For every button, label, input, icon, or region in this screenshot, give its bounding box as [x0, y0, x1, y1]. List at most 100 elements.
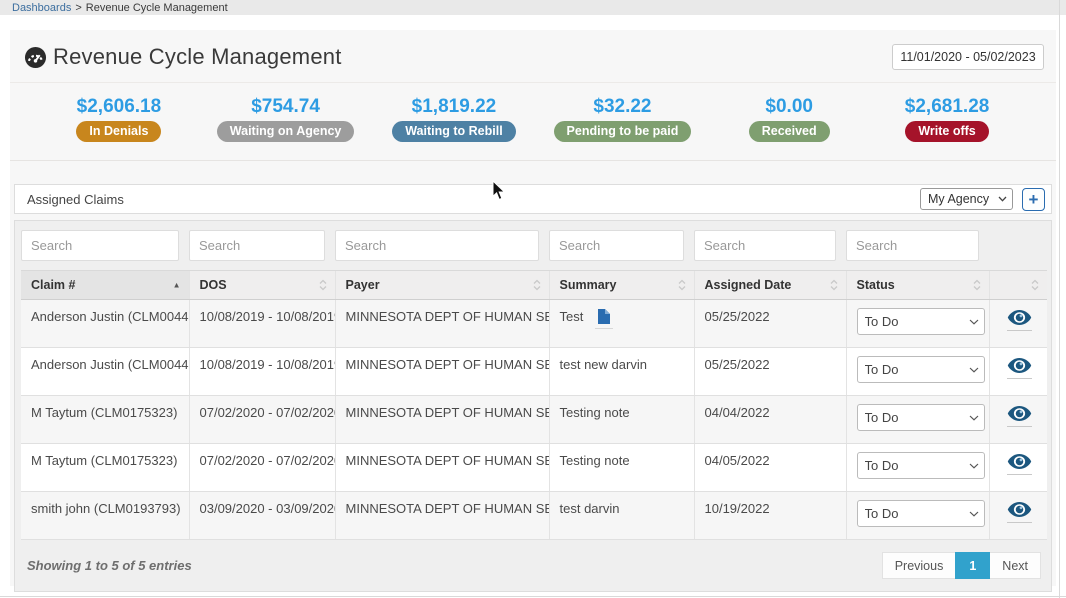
stat-badge: Waiting to Rebill [392, 121, 515, 142]
assigned-date-cell: 05/25/2022 [694, 300, 846, 348]
search-assigned-date-input[interactable] [694, 230, 836, 261]
column-header-summary[interactable]: Summary [549, 271, 694, 300]
assigned-date-cell: 10/19/2022 [694, 492, 846, 540]
add-claim-button[interactable]: + [1022, 188, 1045, 211]
claim-cell: Anderson Justin (CLM0044118) [21, 300, 189, 348]
stat-waiting-on-agency: $754.74 Waiting on Agency [217, 96, 355, 142]
pagination-next-button[interactable]: Next [990, 552, 1041, 579]
page-header: Revenue Cycle Management [10, 30, 1056, 83]
stat-pending-to-be-paid: $32.22 Pending to be paid [554, 96, 692, 142]
view-claim-eye-icon[interactable] [1007, 406, 1032, 427]
sort-icon [678, 280, 686, 291]
page-title: Revenue Cycle Management [53, 44, 342, 70]
search-summary-input[interactable] [549, 230, 684, 261]
column-header-status[interactable]: Status [846, 271, 989, 300]
summary-cell: test new darvin [549, 348, 694, 396]
assigned-date-cell: 04/04/2022 [694, 396, 846, 444]
summary-cell: Testing note [549, 444, 694, 492]
stat-received: $0.00 Received [729, 96, 849, 142]
sort-icon [830, 280, 838, 291]
dos-cell: 07/02/2020 - 07/02/2020 [189, 396, 335, 444]
claim-cell: M Taytum (CLM0175323) [21, 444, 189, 492]
claims-table: Claim # ▲ DOS Payer [21, 230, 1047, 540]
payer-cell: MINNESOTA DEPT OF HUMAN SERVICES [335, 444, 549, 492]
status-select[interactable]: To Do [857, 452, 985, 479]
payer-cell: MINNESOTA DEPT OF HUMAN SERVICES [335, 348, 549, 396]
assigned-claims-title: Assigned Claims [27, 192, 124, 207]
table-row: smith john (CLM0193793) 03/09/2020 - 03/… [21, 492, 1047, 540]
claim-cell: M Taytum (CLM0175323) [21, 396, 189, 444]
status-select[interactable]: To Do [857, 356, 985, 383]
stat-badge: Waiting on Agency [217, 121, 355, 142]
dashboard-page: Revenue Cycle Management $2,606.18 In De… [10, 30, 1056, 586]
view-claim-eye-icon[interactable] [1007, 310, 1032, 331]
status-select[interactable]: To Do [857, 308, 985, 335]
stat-amount: $2,606.18 [59, 96, 179, 118]
window-edge [1059, 0, 1060, 598]
pagination-previous-button[interactable]: Previous [882, 552, 956, 579]
column-header-actions[interactable] [989, 271, 1047, 300]
assigned-date-cell: 04/05/2022 [694, 444, 846, 492]
stat-badge: Received [749, 121, 830, 142]
column-header-dos[interactable]: DOS [189, 271, 335, 300]
sort-icon [319, 280, 327, 291]
claims-table-panel: Claim # ▲ DOS Payer [14, 220, 1052, 592]
agency-select[interactable]: My Agency [920, 188, 1013, 210]
summary-cell: Testing note [549, 396, 694, 444]
stat-amount: $0.00 [729, 96, 849, 118]
stat-amount: $2,681.28 [887, 96, 1007, 118]
status-select[interactable]: To Do [857, 500, 985, 527]
pagination: Previous 1 Next [882, 552, 1041, 579]
date-range-input[interactable] [892, 44, 1044, 70]
view-claim-eye-icon[interactable] [1007, 454, 1032, 475]
search-status-input[interactable] [846, 230, 979, 261]
stat-badge: Write offs [905, 121, 988, 142]
assigned-claims-bar: Assigned Claims My Agency + [14, 184, 1052, 214]
pagination-page-1-button[interactable]: 1 [955, 552, 990, 579]
status-select[interactable]: To Do [857, 404, 985, 431]
stat-in-denials: $2,606.18 In Denials [59, 96, 179, 142]
payer-cell: MINNESOTA DEPT OF HUMAN SERVICES [335, 492, 549, 540]
breadcrumb: Dashboards > Revenue Cycle Management [0, 0, 1066, 15]
breadcrumb-separator: > [75, 2, 81, 14]
sort-icon [973, 280, 981, 291]
stat-badge: In Denials [76, 121, 161, 142]
search-payer-input[interactable] [335, 230, 539, 261]
table-footer: Showing 1 to 5 of 5 entries Previous 1 N… [21, 540, 1045, 583]
table-header-row: Claim # ▲ DOS Payer [21, 271, 1047, 300]
dos-cell: 10/08/2019 - 10/08/2019 [189, 348, 335, 396]
stat-badge: Pending to be paid [554, 121, 692, 142]
column-header-claim[interactable]: Claim # ▲ [21, 271, 189, 300]
stats-row: $2,606.18 In Denials $754.74 Waiting on … [10, 83, 1056, 161]
dashboard-gauge-icon [24, 46, 47, 69]
stat-amount: $1,819.22 [392, 96, 515, 118]
table-row: Anderson Justin (CLM0044119) 10/08/2019 … [21, 348, 1047, 396]
dos-cell: 07/02/2020 - 07/02/2020 [189, 444, 335, 492]
sort-ascending-icon: ▲ [173, 281, 181, 290]
column-search-row [21, 230, 1047, 271]
sort-icon [533, 280, 541, 291]
summary-cell: test darvin [549, 492, 694, 540]
payer-cell: MINNESOTA DEPT OF HUMAN SERVICES [335, 396, 549, 444]
stat-waiting-to-rebill: $1,819.22 Waiting to Rebill [392, 96, 515, 142]
column-header-assigned-date[interactable]: Assigned Date [694, 271, 846, 300]
assigned-date-cell: 05/25/2022 [694, 348, 846, 396]
view-claim-eye-icon[interactable] [1007, 358, 1032, 379]
stat-write-offs: $2,681.28 Write offs [887, 96, 1007, 142]
breadcrumb-current: Revenue Cycle Management [86, 2, 228, 14]
dos-cell: 03/09/2020 - 03/09/2020 [189, 492, 335, 540]
view-claim-eye-icon[interactable] [1007, 502, 1032, 523]
entries-summary: Showing 1 to 5 of 5 entries [27, 558, 192, 573]
table-row: Anderson Justin (CLM0044118) 10/08/2019 … [21, 300, 1047, 348]
window-edge [0, 596, 1066, 597]
breadcrumb-dashboards-link[interactable]: Dashboards [12, 2, 71, 14]
sort-icon [1031, 280, 1039, 291]
table-row: M Taytum (CLM0175323) 07/02/2020 - 07/02… [21, 444, 1047, 492]
search-claim-input[interactable] [21, 230, 179, 261]
table-row: M Taytum (CLM0175323) 07/02/2020 - 07/02… [21, 396, 1047, 444]
column-header-payer[interactable]: Payer [335, 271, 549, 300]
stat-amount: $32.22 [554, 96, 692, 118]
payer-cell: MINNESOTA DEPT OF HUMAN SERVICES [335, 300, 549, 348]
search-dos-input[interactable] [189, 230, 325, 261]
attachment-file-icon[interactable] [595, 309, 613, 329]
